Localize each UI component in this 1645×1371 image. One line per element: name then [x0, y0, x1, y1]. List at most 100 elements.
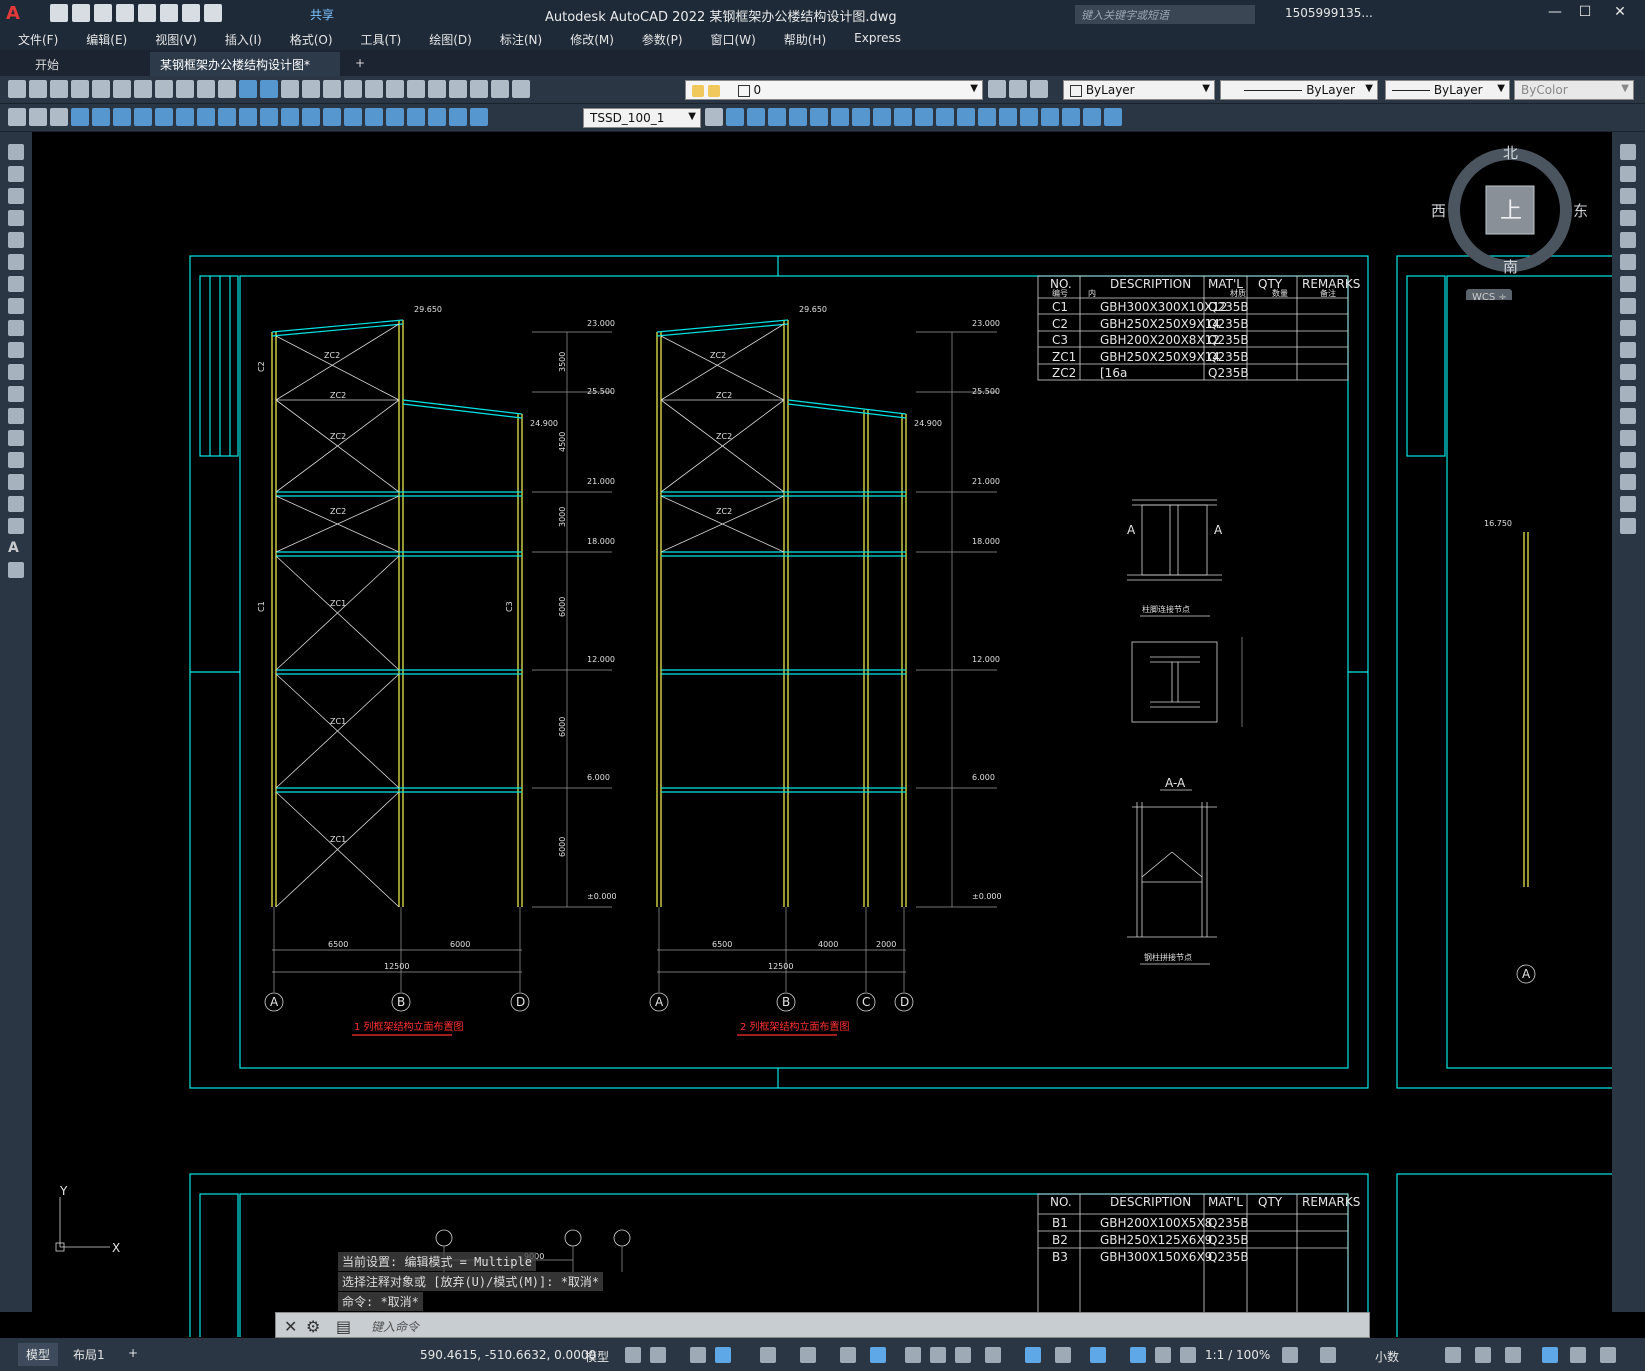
aligned-dim-icon[interactable] [92, 108, 110, 126]
close-icon[interactable]: ✕ [284, 1317, 297, 1336]
snap-icon[interactable] [650, 1347, 666, 1363]
insert-block-icon[interactable] [8, 386, 24, 402]
tab-layout1[interactable]: 布局1 [65, 1343, 113, 1366]
auto-scale-icon[interactable] [1155, 1347, 1171, 1363]
menu-express[interactable]: Express [836, 28, 911, 50]
compass-east[interactable]: 东 [1573, 202, 1588, 220]
new-icon[interactable] [50, 4, 68, 22]
tool-icon[interactable] [768, 108, 786, 126]
tool-icon[interactable] [1104, 108, 1122, 126]
undo-icon[interactable] [182, 4, 200, 22]
zoom-window-icon[interactable] [323, 80, 341, 98]
tolerance-icon[interactable] [344, 108, 362, 126]
command-input[interactable]: 键入命令 [371, 1318, 419, 1335]
copy-object-icon[interactable] [1620, 166, 1636, 182]
plot-icon[interactable] [160, 4, 178, 22]
move-icon[interactable] [1620, 254, 1636, 270]
annotation-scale-icon[interactable] [1180, 1347, 1196, 1363]
make-current-icon[interactable] [988, 80, 1006, 98]
compass-south[interactable]: 南 [1503, 258, 1518, 276]
isolate-objects-icon[interactable] [1505, 1347, 1521, 1363]
menu-window[interactable]: 窗口(W) [693, 28, 766, 50]
revcloud-icon[interactable] [8, 298, 24, 314]
new-icon[interactable] [8, 80, 26, 98]
stretch-icon[interactable] [1620, 320, 1636, 336]
transparency-icon[interactable] [930, 1347, 946, 1363]
sheet-set-icon[interactable] [428, 80, 446, 98]
tool-icon[interactable] [978, 108, 996, 126]
menu-format[interactable]: 格式(O) [272, 28, 343, 50]
menu-tools[interactable]: 工具(T) [343, 28, 412, 50]
tool-icon[interactable] [8, 108, 26, 126]
dimstyle-combo[interactable]: TSSD_100_1 ▼ [583, 108, 701, 128]
isodraft-icon[interactable] [800, 1347, 816, 1363]
tool-icon[interactable] [50, 108, 68, 126]
drawing-canvas[interactable]: .cy{stroke:#00e5e5;fill:none;stroke-widt… [32, 132, 1612, 1337]
tool-icon[interactable] [915, 108, 933, 126]
open-icon[interactable] [29, 80, 47, 98]
menu-parametric[interactable]: 参数(P) [624, 28, 693, 50]
tool-icon[interactable] [726, 108, 744, 126]
continue-icon[interactable] [281, 108, 299, 126]
dim-edit-icon[interactable] [428, 108, 446, 126]
arc-icon[interactable] [8, 254, 24, 270]
ellipse-icon[interactable] [8, 342, 24, 358]
menu-modify[interactable]: 修改(M) [552, 28, 624, 50]
save-icon[interactable] [50, 80, 68, 98]
viewcube[interactable]: 上 北 南 西 东 WCS ÷ [1430, 140, 1590, 303]
gear-icon[interactable] [1282, 1347, 1298, 1363]
join-icon[interactable] [1620, 430, 1636, 446]
dim-update-icon[interactable] [470, 108, 488, 126]
export-icon[interactable] [138, 4, 156, 22]
blend-icon[interactable] [1620, 496, 1636, 512]
baseline-icon[interactable] [260, 108, 278, 126]
pan-icon[interactable] [281, 80, 299, 98]
compass-north[interactable]: 北 [1503, 144, 1518, 162]
radius-icon[interactable] [155, 108, 173, 126]
tool-icon[interactable] [936, 108, 954, 126]
wcs-menu[interactable]: WCS ÷ [1472, 292, 1507, 303]
hatch-icon[interactable] [8, 452, 24, 468]
circle-icon[interactable] [8, 276, 24, 292]
color-combo[interactable]: ByLayer ▼ [1063, 80, 1215, 100]
tool-icon[interactable] [747, 108, 765, 126]
dimstyle-manager-icon[interactable] [705, 108, 723, 126]
spline-icon[interactable] [8, 320, 24, 336]
viewcube-face[interactable]: 上 [1500, 199, 1522, 224]
tool-icon[interactable] [1020, 108, 1038, 126]
tool-icon[interactable] [999, 108, 1017, 126]
tab-document[interactable]: 某钢框架办公楼结构设计图* [150, 52, 340, 76]
annotation-scale-value[interactable]: 1:1 / 100% [1205, 1348, 1270, 1362]
center-mark-icon[interactable] [365, 108, 383, 126]
customize-icon[interactable] [1600, 1347, 1616, 1363]
grid-icon[interactable] [625, 1347, 641, 1363]
publish-icon[interactable] [113, 80, 131, 98]
redo-icon[interactable] [204, 4, 222, 22]
help-icon[interactable] [491, 80, 509, 98]
maximize-icon[interactable]: ☐ [1575, 4, 1595, 22]
linetype-combo[interactable]: ByLayer ▼ [1220, 80, 1378, 100]
osnap-icon[interactable] [870, 1347, 886, 1363]
clean-screen-icon[interactable] [1570, 1347, 1586, 1363]
match-icon[interactable] [197, 80, 215, 98]
fillet-icon[interactable] [1620, 474, 1636, 490]
calc-icon[interactable] [470, 80, 488, 98]
arc-length-icon[interactable] [113, 108, 131, 126]
markup-icon[interactable] [449, 80, 467, 98]
mirror-icon[interactable] [1620, 188, 1636, 204]
chamfer-icon[interactable] [1620, 452, 1636, 468]
wrench-icon[interactable]: ⚙ [306, 1317, 320, 1336]
otrack-icon[interactable] [840, 1347, 856, 1363]
layer-states-icon[interactable] [1030, 80, 1048, 98]
tool-icon[interactable] [894, 108, 912, 126]
layer-combo[interactable]: 0 ▼ [685, 80, 983, 100]
menu-dimension[interactable]: 标注(N) [482, 28, 552, 50]
tab-start[interactable]: 开始 [25, 52, 150, 76]
jogged-icon[interactable] [176, 108, 194, 126]
infer-icon[interactable] [690, 1347, 706, 1363]
ordinate-icon[interactable] [134, 108, 152, 126]
quick-dim-icon[interactable] [239, 108, 257, 126]
tool-palettes-icon[interactable] [407, 80, 425, 98]
point-icon[interactable] [8, 430, 24, 446]
tab-model[interactable]: 模型 [18, 1343, 59, 1366]
